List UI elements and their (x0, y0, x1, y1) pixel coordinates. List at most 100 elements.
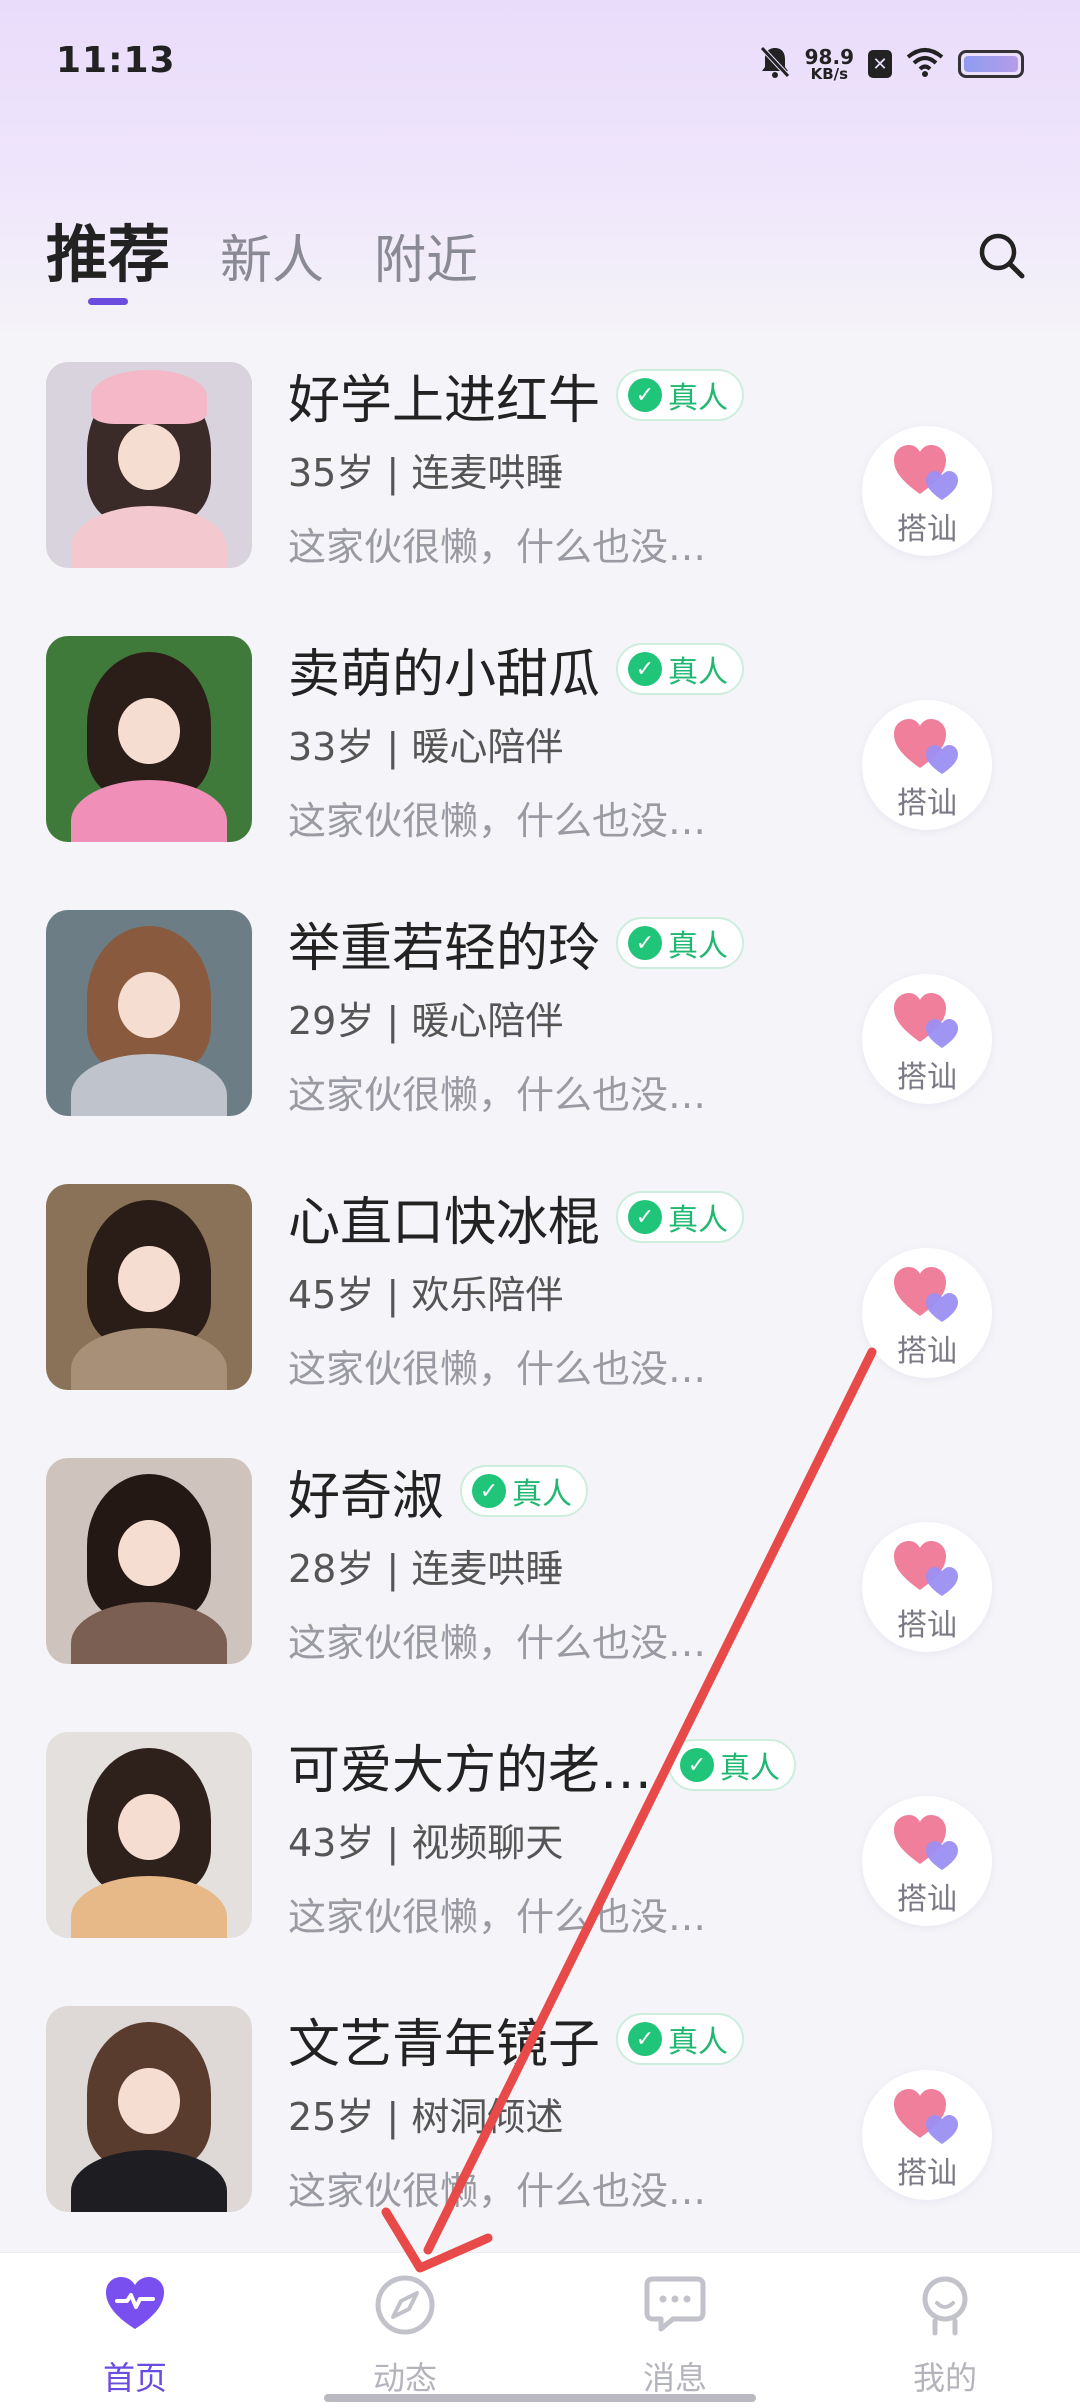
name-row: 举重若轻的玲 ✓ 真人 (288, 908, 745, 979)
greet-button[interactable]: 搭讪 (862, 974, 992, 1104)
list-item[interactable]: 好学上进红牛 ✓ 真人 35岁 | 连麦哄睡 这家伙很懒，什么也没… 搭讪 (0, 330, 1080, 604)
tab-new[interactable]: 新人 (220, 230, 324, 292)
nav-messages-label: 消息 (642, 2359, 707, 2397)
verified-label: 真人 (512, 1477, 573, 1512)
verified-label: 真人 (668, 1203, 729, 1238)
user-meta: 28岁 | 连麦哄睡 (288, 1547, 564, 1591)
heart-pulse-icon (106, 2277, 164, 2329)
hearts-icon (894, 719, 958, 774)
greet-label: 搭讪 (897, 2156, 957, 2191)
list-item[interactable]: 文艺青年镜子 ✓ 真人 25岁 | 树洞倾述 这家伙很懒，什么也没… 搭讪 (0, 1974, 1080, 2248)
verified-badge: ✓ 真人 (460, 1465, 589, 1517)
app-screen: 11:13 98.9 KB/s ✕ 推荐 新人 附近 好学上进红牛 ✓ 真人 3… (0, 0, 1080, 2408)
user-list: 好学上进红牛 ✓ 真人 35岁 | 连麦哄睡 这家伙很懒，什么也没… 搭讪 卖萌… (0, 330, 1080, 2248)
verified-check-icon: ✓ (628, 926, 663, 960)
home-indicator[interactable] (324, 2394, 756, 2402)
user-meta: 33岁 | 暖心陪伴 (288, 725, 564, 769)
user-bio: 这家伙很懒，什么也没… (288, 1073, 707, 1117)
list-item[interactable]: 心直口快冰棍 ✓ 真人 45岁 | 欢乐陪伴 这家伙很懒，什么也没… 搭讪 (0, 1152, 1080, 1426)
greet-button[interactable]: 搭讪 (862, 700, 992, 830)
avatar[interactable] (46, 1458, 252, 1664)
battery-icon (958, 50, 1024, 78)
verified-check-icon: ✓ (628, 652, 663, 686)
search-button[interactable] (974, 228, 1030, 284)
user-bio: 这家伙很懒，什么也没… (288, 1347, 707, 1391)
nav-profile[interactable]: 我的 (810, 2253, 1080, 2408)
greet-button[interactable]: 搭讪 (862, 1796, 992, 1926)
compass-icon (375, 2275, 435, 2335)
hearts-icon (894, 1815, 958, 1870)
name-row: 卖萌的小甜瓜 ✓ 真人 (288, 634, 745, 705)
hearts-icon (894, 1267, 958, 1322)
greet-button[interactable]: 搭讪 (862, 426, 992, 556)
hearts-icon (894, 993, 958, 1048)
user-name: 卖萌的小甜瓜 (288, 644, 601, 705)
tab-nearby[interactable]: 附近 (374, 230, 478, 292)
verified-check-icon: ✓ (628, 1200, 663, 1234)
user-meta: 45岁 | 欢乐陪伴 (288, 1273, 564, 1317)
verified-label: 真人 (668, 381, 729, 416)
avatar[interactable] (46, 362, 252, 568)
user-meta: 35岁 | 连麦哄睡 (288, 451, 564, 495)
greet-label: 搭讪 (897, 512, 957, 547)
user-meta: 25岁 | 树洞倾述 (288, 2095, 564, 2139)
hearts-icon (894, 1541, 958, 1596)
nav-profile-label: 我的 (912, 2359, 977, 2397)
verified-badge: ✓ 真人 (616, 1191, 745, 1243)
greet-label: 搭讪 (897, 1334, 957, 1369)
user-bio: 这家伙很懒，什么也没… (288, 799, 707, 843)
hearts-icon (894, 2089, 958, 2144)
nav-messages[interactable]: 消息 (540, 2253, 810, 2408)
top-tabs: 推荐 新人 附近 (46, 218, 478, 292)
greet-label: 搭讪 (897, 1882, 957, 1917)
hearts-icon (894, 445, 958, 500)
user-name: 好奇淑 (288, 1466, 445, 1527)
greet-label: 搭讪 (897, 1060, 957, 1095)
verified-label: 真人 (668, 929, 729, 964)
greet-label: 搭讪 (897, 786, 957, 821)
verified-badge: ✓ 真人 (616, 917, 745, 969)
verified-badge: ✓ 真人 (616, 643, 745, 695)
user-bio: 这家伙很懒，什么也没… (288, 1895, 707, 1939)
avatar[interactable] (46, 2006, 252, 2212)
user-bio: 这家伙很懒，什么也没… (288, 2169, 707, 2213)
tab-recommend[interactable]: 推荐 (46, 218, 170, 292)
nav-moments[interactable]: 动态 (270, 2253, 540, 2408)
verified-badge: ✓ 真人 (616, 2013, 745, 2065)
nav-moments-label: 动态 (372, 2359, 437, 2397)
user-bio: 这家伙很懒，什么也没… (288, 1621, 707, 1665)
nav-home-label: 首页 (102, 2359, 167, 2397)
user-meta: 29岁 | 暖心陪伴 (288, 999, 564, 1043)
avatar[interactable] (46, 636, 252, 842)
user-name: 文艺青年镜子 (288, 2014, 601, 2075)
status-time: 11:13 (56, 40, 176, 81)
greet-label: 搭讪 (897, 1608, 957, 1643)
list-item[interactable]: 可爱大方的老… ✓ 真人 43岁 | 视频聊天 这家伙很懒，什么也没… 搭讪 (0, 1700, 1080, 1974)
network-speed: 98.9 KB/s (805, 47, 854, 82)
user-meta: 43岁 | 视频聊天 (288, 1821, 564, 1865)
verified-check-icon: ✓ (628, 2022, 663, 2056)
list-item[interactable]: 举重若轻的玲 ✓ 真人 29岁 | 暖心陪伴 这家伙很懒，什么也没… 搭讪 (0, 878, 1080, 1152)
status-bar: 11:13 98.9 KB/s ✕ (0, 0, 1080, 120)
list-item[interactable]: 好奇淑 ✓ 真人 28岁 | 连麦哄睡 这家伙很懒，什么也没… 搭讪 (0, 1426, 1080, 1700)
avatar[interactable] (46, 1184, 252, 1390)
nav-home[interactable]: 首页 (0, 2253, 270, 2408)
profile-icon (922, 2276, 968, 2336)
verified-check-icon: ✓ (628, 378, 663, 412)
verified-label: 真人 (668, 655, 729, 690)
user-name: 好学上进红牛 (288, 370, 601, 431)
greet-button[interactable]: 搭讪 (862, 1522, 992, 1652)
avatar[interactable] (46, 910, 252, 1116)
verified-check-icon: ✓ (680, 1748, 715, 1782)
list-item[interactable]: 卖萌的小甜瓜 ✓ 真人 33岁 | 暖心陪伴 这家伙很懒，什么也没… 搭讪 (0, 604, 1080, 878)
chat-bubble-icon (644, 2276, 706, 2332)
user-name: 可爱大方的老… (288, 1740, 653, 1801)
name-row: 文艺青年镜子 ✓ 真人 (288, 2004, 745, 2075)
avatar[interactable] (46, 1732, 252, 1938)
name-row: 心直口快冰棍 ✓ 真人 (288, 1182, 745, 1253)
user-name: 心直口快冰棍 (288, 1192, 601, 1253)
verified-badge: ✓ 真人 (616, 369, 745, 421)
greet-button[interactable]: 搭讪 (862, 2070, 992, 2200)
greet-button[interactable]: 搭讪 (862, 1248, 992, 1378)
verified-badge: ✓ 真人 (668, 1739, 797, 1791)
